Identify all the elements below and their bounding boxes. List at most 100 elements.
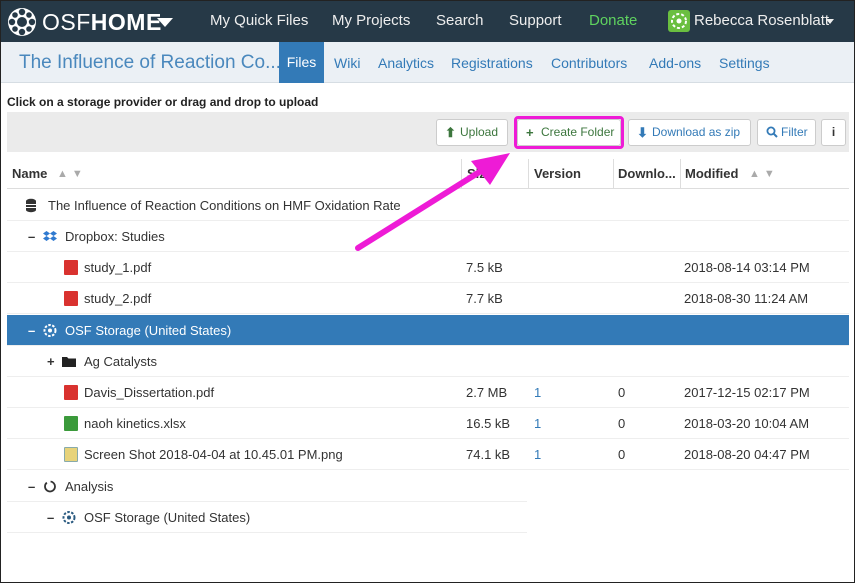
modified-sort-icon[interactable]: ▲▼ xyxy=(749,168,779,180)
tab-files[interactable]: Files xyxy=(279,42,324,83)
component-icon xyxy=(44,480,56,493)
collapse-toggle-icon[interactable]: – xyxy=(28,221,35,252)
row-name[interactable]: naoh kinetics.xlsx xyxy=(84,408,186,439)
row-name[interactable]: study_1.pdf xyxy=(84,252,151,283)
row-version[interactable]: 1 xyxy=(534,408,541,439)
collapse-toggle-icon[interactable]: – xyxy=(47,502,54,533)
nav-donate[interactable]: Donate xyxy=(589,12,637,29)
tab-settings[interactable]: Settings xyxy=(719,55,770,71)
row-size: 16.5 kB xyxy=(466,416,511,431)
table-row-file[interactable]: Screen Shot 2018-04-04 at 10.45.01 PM.pn… xyxy=(7,439,849,470)
project-title[interactable]: The Influence of Reaction Co... xyxy=(19,52,281,74)
row-name[interactable]: Screen Shot 2018-04-04 at 10.45.01 PM.pn… xyxy=(84,439,343,470)
project-subnav: The Influence of Reaction Co... Files Wi… xyxy=(1,42,854,83)
row-size: 2.7 MB xyxy=(466,385,508,400)
row-size: 7.5 kB xyxy=(466,260,503,275)
filter-button[interactable]: Filter xyxy=(757,119,816,146)
user-menu-caret-icon[interactable] xyxy=(826,19,834,24)
nav-my-quick-files[interactable]: My Quick Files xyxy=(210,12,308,29)
table-row-file[interactable]: naoh kinetics.xlsx 16.5 kB 1 0 2018-03-2… xyxy=(7,408,849,439)
brand-light-text: OSF xyxy=(42,9,91,35)
excel-file-icon xyxy=(64,416,78,431)
collapse-toggle-icon[interactable]: – xyxy=(28,471,35,502)
row-name: OSF Storage (United States) xyxy=(84,510,251,525)
row-name: OSF Storage (United States) xyxy=(65,323,232,338)
image-file-icon xyxy=(64,447,78,462)
row-modified: 2018-08-30 11:24 AM xyxy=(684,291,809,306)
top-navbar: OSFHOME My Quick Files My Projects Searc… xyxy=(1,1,854,42)
row-modified: 2018-08-20 04:47 PM xyxy=(684,447,810,462)
pdf-file-icon xyxy=(64,260,78,275)
table-row-project[interactable]: The Influence of Reaction Conditions on … xyxy=(7,190,849,221)
osf-logo-icon[interactable] xyxy=(7,7,37,37)
row-downloads: 0 xyxy=(618,416,626,431)
table-row-file[interactable]: Davis_Dissertation.pdf 2.7 MB 1 0 2017-1… xyxy=(7,377,849,408)
table-row-provider[interactable]: – OSF Storage (United States) xyxy=(7,502,527,533)
download-zip-label: Download as zip xyxy=(652,125,741,139)
brand-name[interactable]: OSFHOME xyxy=(42,9,162,36)
download-zip-button[interactable]: ⬇ Download as zip xyxy=(628,119,751,146)
screenshot-frame: OSFHOME My Quick Files My Projects Searc… xyxy=(0,0,855,583)
info-button[interactable]: i xyxy=(821,119,846,146)
file-toolbar: ⬆ Upload + Create Folder ⬇ Download as z… xyxy=(7,112,849,152)
upload-button[interactable]: ⬆ Upload xyxy=(436,119,508,146)
column-divider xyxy=(613,159,614,189)
row-downloads: 0 xyxy=(618,385,626,400)
dropbox-icon xyxy=(43,231,57,241)
osf-storage-icon xyxy=(62,511,76,524)
column-divider xyxy=(528,159,529,189)
annotation-highlight-box xyxy=(514,116,624,149)
osf-storage-icon xyxy=(43,324,57,337)
tab-contributors[interactable]: Contributors xyxy=(551,55,627,71)
filter-label: Filter xyxy=(781,125,808,139)
download-icon: ⬇ xyxy=(637,125,648,140)
upload-label: Upload xyxy=(460,125,499,139)
row-modified: 2017-12-15 02:17 PM xyxy=(684,385,810,400)
column-divider xyxy=(461,159,462,189)
row-name[interactable]: study_2.pdf xyxy=(84,283,151,314)
column-downloads-header[interactable]: Downlo... xyxy=(618,159,678,189)
upload-icon: ⬆ xyxy=(445,125,456,140)
search-icon xyxy=(766,120,778,146)
column-modified-header[interactable]: Modified xyxy=(685,159,738,189)
tab-analytics[interactable]: Analytics xyxy=(378,55,434,71)
row-modified: 2018-08-14 03:14 PM xyxy=(684,260,810,275)
pdf-file-icon xyxy=(64,291,78,306)
column-version-header[interactable]: Version xyxy=(534,159,581,189)
tab-add-ons[interactable]: Add-ons xyxy=(649,55,701,71)
collapse-toggle-icon[interactable]: – xyxy=(28,315,35,346)
avatar-pattern-icon xyxy=(671,13,687,29)
user-avatar[interactable] xyxy=(668,10,690,32)
row-name: Dropbox: Studies xyxy=(65,229,165,244)
tab-registrations[interactable]: Registrations xyxy=(451,55,533,71)
expand-toggle-icon[interactable]: + xyxy=(47,346,55,377)
table-row-file[interactable]: study_2.pdf 7.7 kB 2018-08-30 11:24 AM xyxy=(7,283,849,314)
database-icon xyxy=(26,198,36,213)
table-row-component[interactable]: – Analysis xyxy=(7,471,527,502)
pdf-file-icon xyxy=(64,385,78,400)
nav-search[interactable]: Search xyxy=(436,12,484,29)
nav-support[interactable]: Support xyxy=(509,12,562,29)
row-version[interactable]: 1 xyxy=(534,439,541,470)
row-modified: 2018-03-20 10:04 AM xyxy=(684,416,810,431)
table-row-folder[interactable]: + Ag Catalysts xyxy=(7,346,849,377)
column-name-header[interactable]: Name xyxy=(12,159,47,189)
row-size: 74.1 kB xyxy=(466,447,511,462)
column-divider xyxy=(680,159,681,189)
table-row-file[interactable]: study_1.pdf 7.5 kB 2018-08-14 03:14 PM xyxy=(7,252,849,283)
brand-bold-text: HOME xyxy=(90,9,162,35)
brand-dropdown-caret-icon[interactable] xyxy=(157,18,173,27)
upload-instructions: Click on a storage provider or drag and … xyxy=(7,95,319,109)
row-size: 7.7 kB xyxy=(466,291,503,306)
table-row-provider[interactable]: – Dropbox: Studies xyxy=(7,221,849,252)
row-name[interactable]: Davis_Dissertation.pdf xyxy=(84,377,214,408)
user-menu-name[interactable]: Rebecca Rosenblatt xyxy=(694,12,829,29)
folder-icon xyxy=(62,357,76,367)
table-row-provider-selected[interactable]: – OSF Storage (United States) xyxy=(7,315,849,346)
nav-my-projects[interactable]: My Projects xyxy=(332,12,410,29)
row-version[interactable]: 1 xyxy=(534,377,541,408)
tab-wiki[interactable]: Wiki xyxy=(334,55,360,71)
name-sort-icon[interactable]: ▲▼ xyxy=(57,168,87,180)
column-size-header[interactable]: Size xyxy=(467,159,491,189)
row-downloads: 0 xyxy=(618,447,626,462)
